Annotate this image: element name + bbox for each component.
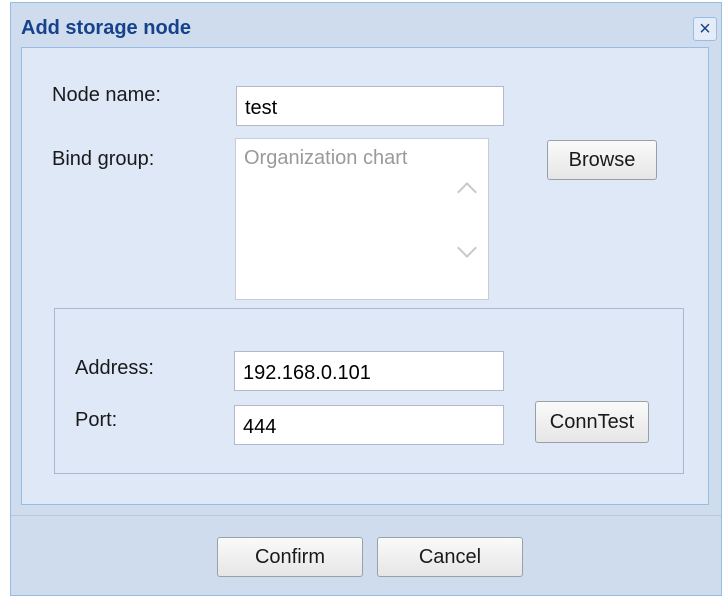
node-name-label: Node name: [52, 84, 161, 106]
conntest-button[interactable]: ConnTest [535, 401, 649, 443]
confirm-button[interactable]: Confirm [217, 537, 363, 577]
address-label: Address: [75, 357, 154, 379]
connection-fieldset: Address: 192.168.0.101 Port: 444 ConnTes… [54, 308, 684, 474]
dialog-title: Add storage node [21, 17, 192, 39]
form-panel: Node name: test Bind group: Organization… [21, 47, 709, 505]
browse-button[interactable]: Browse [547, 140, 657, 180]
footer-divider [11, 515, 721, 516]
close-button[interactable]: × [693, 17, 717, 41]
bind-group-list[interactable]: Organization chart [235, 138, 489, 300]
scroll-down-icon[interactable] [457, 238, 477, 258]
cancel-button[interactable]: Cancel [377, 537, 523, 577]
node-name-input[interactable]: test [236, 86, 504, 126]
bind-group-label: Bind group: [52, 148, 155, 170]
port-label: Port: [75, 409, 118, 431]
close-icon: × [699, 18, 711, 40]
bind-group-placeholder: Organization chart [244, 147, 408, 169]
scroll-up-icon[interactable] [457, 182, 477, 202]
address-input[interactable]: 192.168.0.101 [234, 351, 504, 391]
dialog-titlebar[interactable]: Add storage node × [11, 3, 721, 45]
add-storage-node-dialog: Add storage node × Node name: test Bind … [10, 2, 722, 596]
port-input[interactable]: 444 [234, 405, 504, 445]
